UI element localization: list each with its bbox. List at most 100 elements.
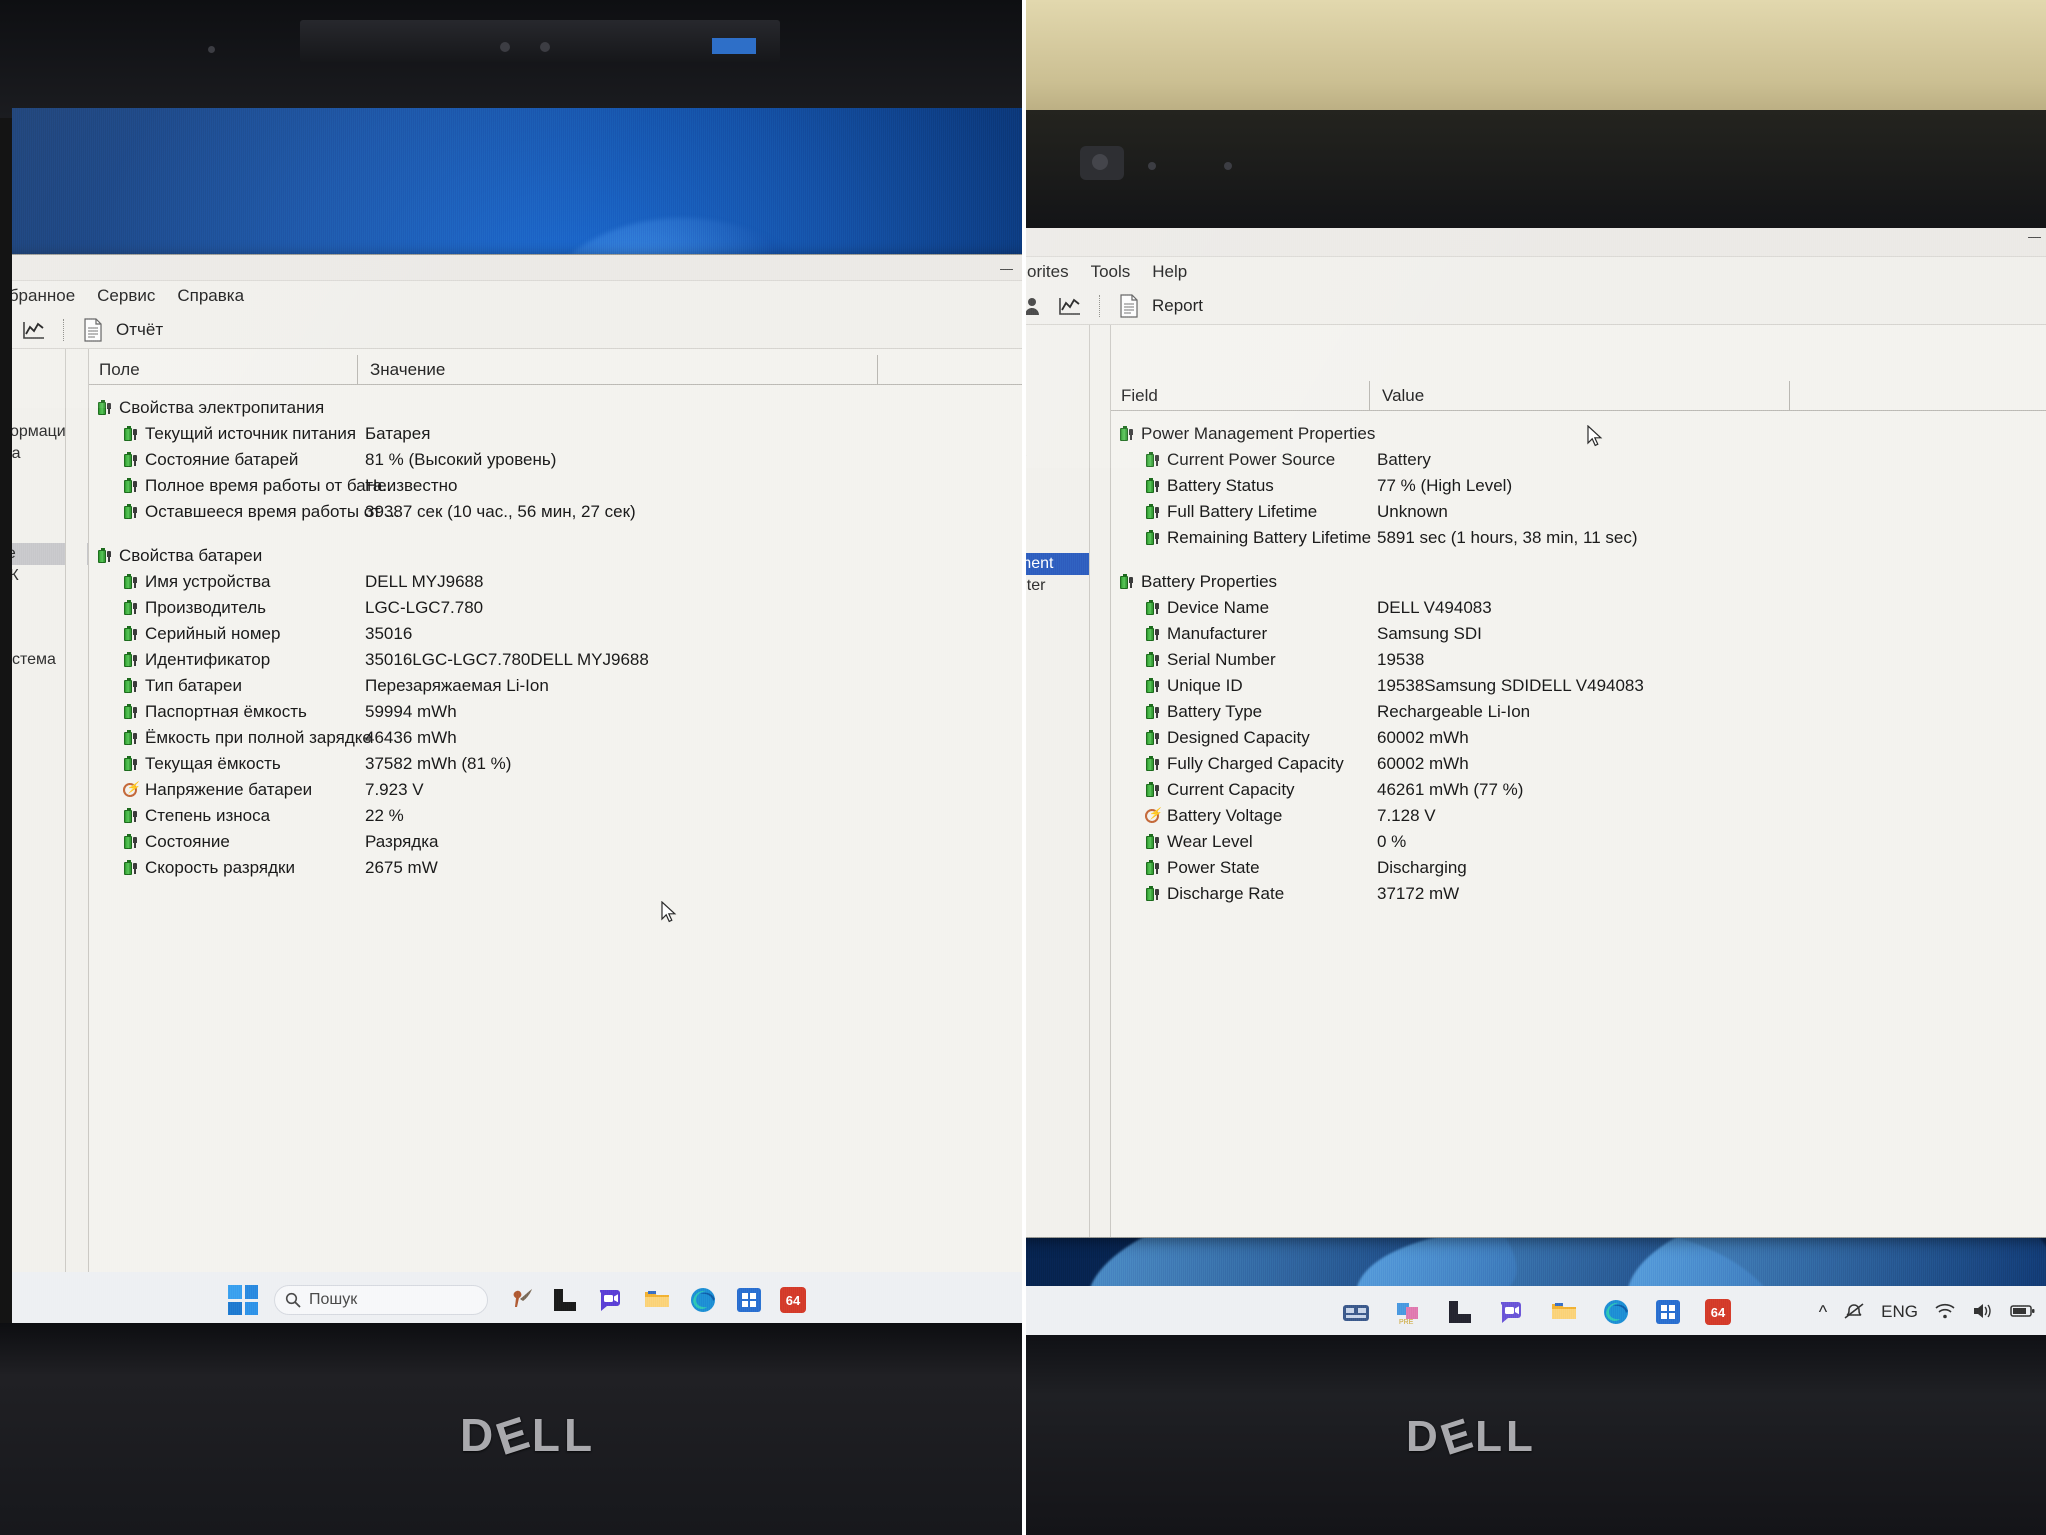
left-taskbar[interactable]: Пошук 64 <box>12 1272 1022 1328</box>
table-row[interactable]: Состояние Разрядка <box>89 829 1022 855</box>
right-sidebar-scrollbar[interactable] <box>1089 325 1110 1237</box>
right-menubar[interactable]: orites Tools Help <box>1026 257 2046 287</box>
table-row[interactable]: Текущий источник питания Батарея <box>89 421 1022 447</box>
menu-item-help[interactable]: Help <box>1152 262 1187 282</box>
edge-icon[interactable] <box>1601 1297 1631 1327</box>
left-taskbar-icons[interactable]: Пошук 64 <box>228 1285 806 1315</box>
table-row[interactable]: Напряжение батареи 7.923 V <box>89 777 1022 803</box>
table-row[interactable]: Wear Level 0 % <box>1111 829 2046 855</box>
table-row[interactable]: Имя устройства DELL MYJ9688 <box>89 569 1022 595</box>
table-group-row[interactable]: Свойства батареи <box>89 543 1022 569</box>
menu-item-favorites[interactable]: orites <box>1027 262 1069 282</box>
table-row[interactable]: Полное время работы от бата... Неизвестн… <box>89 473 1022 499</box>
app-64-icon[interactable]: 64 <box>1705 1299 1731 1325</box>
right-battery-info-window[interactable]: — orites Tools Help Report ent ter Field… <box>1026 228 2046 1238</box>
wifi-icon[interactable] <box>1934 1302 1956 1323</box>
report-button-label[interactable]: Report <box>1152 296 1203 316</box>
table-row[interactable]: Battery Status 77 % (High Level) <box>1111 473 2046 499</box>
app-64-icon[interactable]: 64 <box>780 1287 806 1313</box>
start-icon[interactable] <box>228 1285 258 1315</box>
battery-plug-icon <box>1145 703 1161 721</box>
table-row[interactable]: Оставшееся время работы от ... 39387 сек… <box>89 499 1022 525</box>
edge-icon[interactable] <box>688 1285 718 1315</box>
chat-icon[interactable] <box>1497 1297 1527 1327</box>
left-sidebar-scrollbar[interactable] <box>65 349 87 1323</box>
table-row[interactable]: Designed Capacity 60002 mWh <box>1111 725 2046 751</box>
table-row[interactable]: Ёмкость при полной зарядке 46436 mWh <box>89 725 1022 751</box>
right-taskbar-icons[interactable]: PRE 64 <box>1341 1297 1731 1327</box>
table-row[interactable]: Current Capacity 46261 mWh (77 %) <box>1111 777 2046 803</box>
menu-item-help[interactable]: Справка <box>177 286 244 306</box>
table-row[interactable]: Serial Number 19538 <box>1111 647 2046 673</box>
file-explorer-icon[interactable] <box>1549 1297 1579 1327</box>
file-explorer-icon[interactable] <box>642 1285 672 1315</box>
table-row[interactable]: Battery Voltage 7.128 V <box>1111 803 2046 829</box>
right-toolbar[interactable]: Report <box>1026 287 2046 325</box>
battery-tray-icon[interactable] <box>2010 1303 2036 1322</box>
row-field: Производитель <box>145 598 267 617</box>
report-icon[interactable] <box>80 317 106 342</box>
table-row[interactable]: Full Battery Lifetime Unknown <box>1111 499 2046 525</box>
table-row[interactable]: Unique ID 19538Samsung SDIDELL V494083 <box>1111 673 2046 699</box>
tray-overflow-chevron-icon[interactable]: ^ <box>1819 1302 1827 1323</box>
table-row[interactable]: Степень износа 22 % <box>89 803 1022 829</box>
table-row[interactable]: Power State Discharging <box>1111 855 2046 881</box>
right-window-titlebar[interactable]: — <box>1026 228 2046 257</box>
table-group-row[interactable]: Battery Properties <box>1111 569 2046 595</box>
left-toolbar[interactable]: Отчёт <box>12 311 1022 349</box>
battery-plug-icon <box>97 547 113 565</box>
menu-item-tools[interactable]: Сервис <box>97 286 155 306</box>
table-row[interactable]: Текущая ёмкость 37582 mWh (81 %) <box>89 751 1022 777</box>
table-row[interactable]: Fully Charged Capacity 60002 mWh <box>1111 751 2046 777</box>
system-tray[interactable]: ^ ENG <box>1819 1301 2036 1324</box>
table-row[interactable]: Паспортная ёмкость 59994 mWh <box>89 699 1022 725</box>
chart-icon[interactable] <box>1057 294 1083 318</box>
chart-icon[interactable] <box>21 318 47 342</box>
battery-plug-icon <box>123 451 139 469</box>
table-row[interactable]: Manufacturer Samsung SDI <box>1111 621 2046 647</box>
left-table-header: Поле Значение <box>89 355 1022 385</box>
table-row[interactable]: Идентификатор 35016LGC-LGC7.780DELL MYJ9… <box>89 647 1022 673</box>
table-row[interactable]: Discharge Rate 37172 mW <box>1111 881 2046 907</box>
table-row[interactable]: Тип батареи Перезаряжаемая Li-Ion <box>89 673 1022 699</box>
chat-icon[interactable] <box>596 1285 626 1315</box>
search-input[interactable]: Пошук <box>274 1285 488 1315</box>
table-row[interactable]: Серийный номер 35016 <box>89 621 1022 647</box>
report-button-label[interactable]: Отчёт <box>116 320 163 340</box>
table-group-row[interactable]: Power Management Properties <box>1111 421 2046 447</box>
battery-plug-icon <box>97 399 113 417</box>
battery-plug-icon <box>123 573 139 591</box>
table-row[interactable]: Current Power Source Battery <box>1111 447 2046 473</box>
left-battery-info-window[interactable]: — Избранное Сервис Справка <box>12 254 1022 1324</box>
app-dark-l-icon[interactable] <box>1445 1297 1475 1327</box>
menu-item-tools[interactable]: Tools <box>1091 262 1131 282</box>
table-row[interactable]: Производитель LGC-LGC7.780 <box>89 595 1022 621</box>
menu-item-favorites[interactable]: Избранное <box>12 286 75 306</box>
store-icon[interactable] <box>1653 1297 1683 1327</box>
report-icon[interactable] <box>1116 293 1142 318</box>
speaker-icon[interactable] <box>1972 1302 1994 1323</box>
row-field: Текущая ёмкость <box>145 754 281 773</box>
right-minimize-button[interactable]: — <box>2028 229 2041 244</box>
table-row[interactable]: Состояние батарей 81 % (Высокий уровень) <box>89 447 1022 473</box>
left-menubar[interactable]: Избранное Сервис Справка <box>12 281 1022 311</box>
table-row[interactable]: Battery Type Rechargeable Li-Ion <box>1111 699 2046 725</box>
pre-app-icon[interactable]: PRE <box>1393 1297 1423 1327</box>
table-row[interactable]: Remaining Battery Lifetime 5891 sec (1 h… <box>1111 525 2046 551</box>
left-minimize-button[interactable]: — <box>1000 261 1013 276</box>
battery-plug-icon <box>1145 885 1161 903</box>
store-icon[interactable] <box>734 1285 764 1315</box>
tray-language-indicator[interactable]: ENG <box>1881 1302 1918 1322</box>
game-icon[interactable] <box>1341 1297 1371 1327</box>
left-sidebar-tree[interactable]: информаци ютера тание ый ПК ата ая систе… <box>12 349 89 1323</box>
bell-muted-icon[interactable] <box>1843 1301 1865 1324</box>
right-taskbar[interactable]: PRE 64 ^ ENG <box>1026 1286 2046 1338</box>
app-dark-l-icon[interactable] <box>550 1285 580 1315</box>
table-row[interactable]: Device Name DELL V494083 <box>1111 595 2046 621</box>
user-icon[interactable] <box>1026 294 1047 318</box>
table-row[interactable]: Скорость разрядки 2675 mW <box>89 855 1022 881</box>
left-window-titlebar[interactable]: — <box>12 255 1022 281</box>
table-group-row[interactable]: Свойства электропитания <box>89 395 1022 421</box>
right-sidebar-tree[interactable]: ne ement puter <box>1026 325 1111 1237</box>
bird-icon[interactable] <box>504 1285 534 1315</box>
